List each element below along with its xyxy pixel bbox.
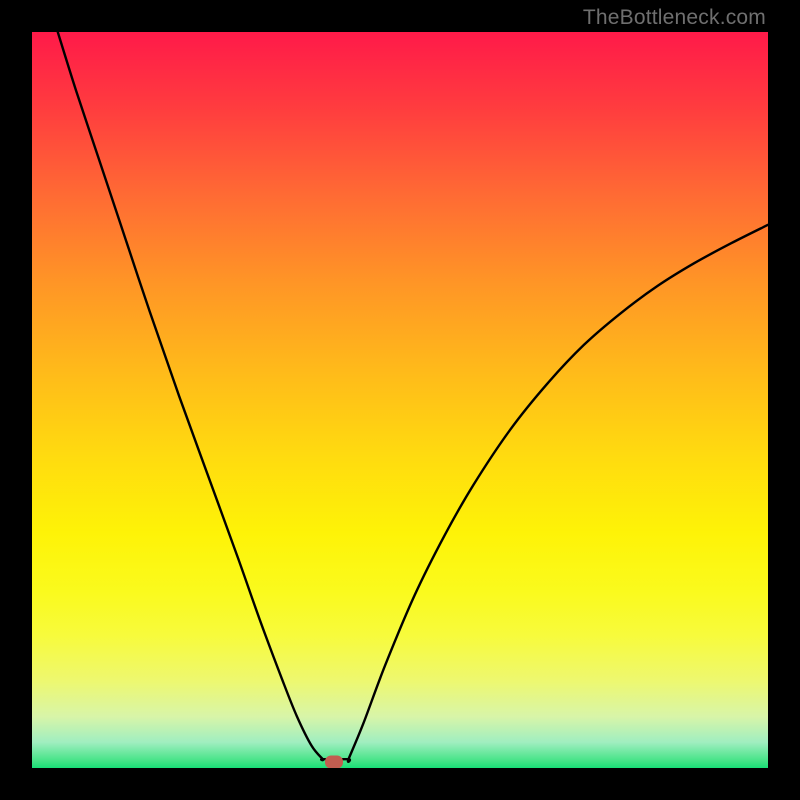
optimal-point-marker bbox=[325, 756, 343, 768]
chart-frame: TheBottleneck.com bbox=[0, 0, 800, 800]
plot-area bbox=[32, 32, 768, 768]
bottleneck-curve bbox=[32, 32, 768, 768]
attribution-label: TheBottleneck.com bbox=[583, 6, 766, 30]
